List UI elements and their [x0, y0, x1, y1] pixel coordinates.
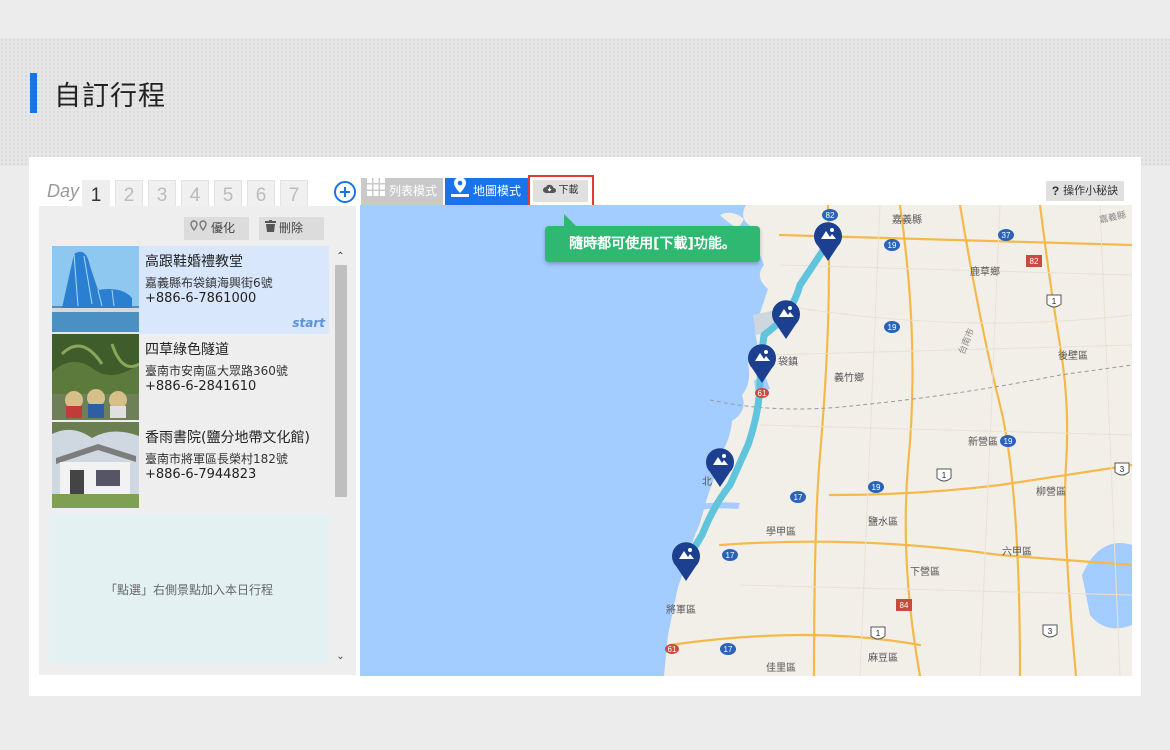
- map-pin-icon: [451, 176, 469, 207]
- svg-text:北: 北: [702, 476, 712, 488]
- day-label: Day: [47, 181, 80, 201]
- optimize-button[interactable]: 優化: [184, 217, 249, 240]
- svg-text:嘉義縣: 嘉義縣: [892, 213, 922, 226]
- svg-text:37: 37: [1002, 231, 1011, 240]
- svg-text:61: 61: [758, 389, 767, 398]
- svg-text:1: 1: [876, 629, 881, 638]
- poi-name: 高跟鞋婚禮教堂: [145, 254, 243, 270]
- poi-phone: +886-6-2841610: [145, 379, 257, 394]
- svg-text:新營區: 新營區: [968, 435, 998, 448]
- svg-text:19: 19: [872, 483, 881, 492]
- optimize-label: 優化: [211, 221, 236, 235]
- poi-phone: +886-6-7944823: [145, 467, 257, 482]
- svg-text:82: 82: [1030, 257, 1039, 266]
- svg-text:後壁區: 後壁區: [1058, 349, 1088, 362]
- svg-text:將軍區: 將軍區: [666, 603, 696, 616]
- itinerary-item[interactable]: 四草綠色隧道 臺南市安南區大眾路360號 +886-6-2841610: [52, 334, 329, 422]
- svg-text:1: 1: [942, 471, 947, 480]
- help-button[interactable]: ? 操作小秘訣: [1046, 181, 1124, 201]
- day-tab-1[interactable]: 1: [82, 180, 110, 207]
- svg-text:鹿草鄉: 鹿草鄉: [970, 265, 1000, 278]
- svg-text:19: 19: [888, 323, 897, 332]
- day-tab-4[interactable]: 4: [181, 180, 209, 207]
- route-pins-icon: [190, 217, 208, 240]
- drop-zone-hint: 「點選」右側景點加入本日行程: [104, 582, 273, 597]
- scroll-up-icon[interactable]: ⌃: [333, 250, 348, 264]
- map-view[interactable]: 82 37 19 82 1 19 61 19 19 1 3 17 17 84 1…: [360, 205, 1132, 676]
- header-band: [0, 38, 1170, 166]
- cloud-download-icon: [542, 180, 556, 202]
- poi-address: 嘉義縣布袋鎮海興街6號: [145, 276, 273, 290]
- question-icon: ?: [1051, 184, 1060, 198]
- list-mode-button[interactable]: 列表模式: [361, 177, 443, 206]
- day-tab-2[interactable]: 2: [115, 180, 143, 207]
- svg-text:19: 19: [1004, 437, 1013, 446]
- poi-name: 香雨書院(鹽分地帶文化館): [145, 430, 310, 446]
- poi-name: 四草綠色隧道: [145, 342, 229, 358]
- poi-photo: [52, 246, 139, 332]
- download-tip-tooltip: 隨時都可使用[下載]功能。: [545, 214, 760, 262]
- download-label: 下載: [558, 185, 579, 196]
- svg-text:61: 61: [668, 645, 677, 654]
- map-mode-button[interactable]: 地圖模式: [445, 176, 528, 207]
- poi-address: 臺南市將軍區長榮村182號: [145, 452, 288, 466]
- svg-text:麻豆區: 麻豆區: [868, 651, 898, 664]
- grid-icon: [367, 177, 385, 206]
- itinerary-item[interactable]: 香雨書院(鹽分地帶文化館) 臺南市將軍區長榮村182號 +886-6-79448…: [52, 422, 329, 510]
- download-button[interactable]: 下載: [533, 180, 588, 202]
- day-tab-7[interactable]: 7: [280, 180, 308, 207]
- title-accent-bar: [30, 73, 37, 113]
- svg-text:3: 3: [1048, 627, 1053, 636]
- delete-label: 刪除: [279, 221, 304, 235]
- trash-icon: [265, 217, 276, 240]
- svg-text:下營區: 下營區: [910, 565, 940, 578]
- svg-text:義竹鄉: 義竹鄉: [834, 371, 864, 384]
- list-mode-label: 列表模式: [389, 184, 438, 198]
- map-canvas: 82 37 19 82 1 19 61 19 19 1 3 17 17 84 1…: [360, 205, 1132, 676]
- svg-text:17: 17: [794, 493, 803, 502]
- help-label: 操作小秘訣: [1063, 184, 1119, 197]
- poi-photo: [52, 334, 139, 420]
- poi-phone: +886-6-7861000: [145, 291, 257, 306]
- itinerary-item[interactable]: 高跟鞋婚禮教堂 嘉義縣布袋鎮海興街6號 +886-6-7861000 start: [52, 246, 329, 334]
- day-tab-5[interactable]: 5: [214, 180, 242, 207]
- svg-text:82: 82: [826, 211, 835, 220]
- scrollbar-thumb[interactable]: [335, 265, 347, 497]
- svg-text:19: 19: [888, 241, 897, 250]
- poi-address: 臺南市安南區大眾路360號: [145, 364, 288, 378]
- svg-text:3: 3: [1120, 465, 1125, 474]
- svg-text:17: 17: [726, 551, 735, 560]
- add-day-button[interactable]: [334, 181, 356, 203]
- svg-text:佳里區: 佳里區: [766, 661, 796, 674]
- svg-text:1: 1: [1052, 297, 1057, 306]
- day-tab-3[interactable]: 3: [148, 180, 176, 207]
- page-header: 自訂行程: [30, 73, 166, 113]
- svg-text:鹽水區: 鹽水區: [868, 515, 898, 528]
- svg-text:袋鎮: 袋鎮: [778, 355, 798, 368]
- map-mode-label: 地圖模式: [473, 184, 522, 198]
- svg-text:學甲區: 學甲區: [766, 525, 796, 538]
- svg-text:17: 17: [724, 645, 733, 654]
- drop-zone[interactable]: 「點選」右側景點加入本日行程: [49, 514, 329, 664]
- svg-text:柳營區: 柳營區: [1036, 485, 1066, 498]
- day-tab-6[interactable]: 6: [247, 180, 275, 207]
- poi-photo: [52, 422, 139, 508]
- scroll-down-icon[interactable]: ⌄: [333, 650, 348, 664]
- svg-text:84: 84: [900, 601, 909, 610]
- svg-text:六甲區: 六甲區: [1002, 546, 1032, 558]
- delete-button[interactable]: 刪除: [259, 217, 324, 240]
- page-title: 自訂行程: [54, 80, 166, 112]
- start-badge: start: [292, 316, 325, 330]
